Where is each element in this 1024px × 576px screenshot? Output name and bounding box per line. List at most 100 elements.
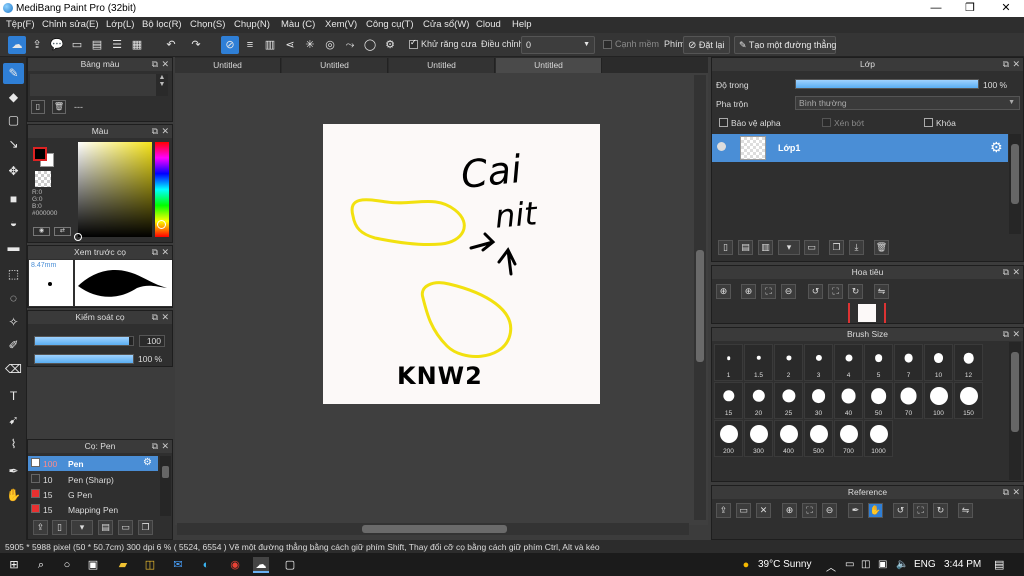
app-taskbar-icon[interactable]: ▢ <box>282 557 298 573</box>
reference-zoom-out-icon[interactable]: ⊖ <box>822 503 837 518</box>
soft-edge-checkbox[interactable] <box>603 40 612 49</box>
zoom-out-icon[interactable]: ⊖ <box>781 284 796 299</box>
reference-fit-icon[interactable]: ⛶ <box>802 503 817 518</box>
document-icon[interactable]: ▤ <box>88 36 106 54</box>
notifications-icon[interactable]: ▤ <box>994 558 1004 571</box>
brush-item-g-pen[interactable]: 15 G Pen <box>28 487 158 502</box>
eyedropper-tool-icon[interactable]: ⌇ <box>3 434 24 455</box>
gear-icon[interactable]: ⚙ <box>990 139 1003 156</box>
close-icon[interactable]: ✕ <box>1012 58 1020 71</box>
float-icon[interactable]: ⧉ <box>1003 486 1009 499</box>
close-icon[interactable]: ✕ <box>161 58 169 71</box>
float-icon[interactable]: ⧉ <box>1003 266 1009 279</box>
menu-snap[interactable]: Chụp(N) <box>234 19 270 30</box>
line-tool-icon[interactable]: ↘ <box>3 134 24 155</box>
file-explorer-icon[interactable]: ▰ <box>115 557 131 573</box>
fit-icon[interactable]: ⛶ <box>761 284 776 299</box>
reference-hand-icon[interactable]: ✋ <box>868 503 883 518</box>
tray-device-icon[interactable]: ▭ <box>845 559 854 570</box>
brush-size-12[interactable]: 12 <box>954 344 983 381</box>
reset-button[interactable]: ⊘ Đặt lại <box>683 36 730 54</box>
tray-display-icon[interactable]: ▣ <box>878 559 887 570</box>
volume-icon[interactable]: 🔈 <box>896 559 908 570</box>
close-icon[interactable]: ✕ <box>1012 266 1020 279</box>
brush-size-400[interactable]: 400 <box>774 420 803 457</box>
language-indicator[interactable]: ENG <box>914 559 936 570</box>
close-icon[interactable]: ✕ <box>161 311 169 324</box>
brush-size-4[interactable]: 4 <box>834 344 863 381</box>
menu-cloud[interactable]: Cloud <box>476 19 501 30</box>
brush-size-300[interactable]: 300 <box>744 420 773 457</box>
brush-size-7[interactable]: 7 <box>894 344 923 381</box>
text-tool-icon[interactable]: T <box>3 386 24 407</box>
transparent-swatch[interactable] <box>35 171 51 187</box>
rectangle-tool-icon[interactable]: ▢ <box>3 110 24 131</box>
rotate-right-icon[interactable]: ↻ <box>848 284 863 299</box>
float-icon[interactable]: ⧉ <box>1003 58 1009 71</box>
brush-size-100[interactable]: 100 <box>924 382 953 419</box>
snap-settings-icon[interactable]: ⚙ <box>381 36 399 54</box>
brush-item-mapping-pen[interactable]: 15 Mapping Pen <box>28 502 158 517</box>
flip-icon[interactable]: ⇋ <box>874 284 889 299</box>
reference-zoom-in-icon[interactable]: ⊕ <box>782 503 797 518</box>
new-layer-8bit-icon[interactable]: ▤ <box>738 240 753 255</box>
eye-icon[interactable] <box>717 142 726 151</box>
zoom-in-icon[interactable]: ⊕ <box>716 284 731 299</box>
brush-size-150[interactable]: 150 <box>954 382 983 419</box>
fill-rect-tool-icon[interactable]: ■ <box>3 189 24 210</box>
add-layer-menu-icon[interactable]: ▾ <box>778 240 800 255</box>
menu-view[interactable]: Xem(V) <box>325 19 357 30</box>
reference-folder-icon[interactable]: ▭ <box>736 503 751 518</box>
minimize-button[interactable]: — <box>918 0 954 17</box>
saturation-value-picker[interactable] <box>74 142 152 241</box>
windows-start-icon[interactable]: ⊞ <box>6 557 22 573</box>
brush-size-2[interactable]: 2 <box>774 344 803 381</box>
grid-icon[interactable]: ▦ <box>128 36 146 54</box>
add-brush-icon[interactable]: ⇪ <box>33 520 48 535</box>
brush-size-1[interactable]: 1 <box>714 344 743 381</box>
upload-icon[interactable]: ⇪ <box>28 36 46 54</box>
tab-untitled-1[interactable]: Untitled <box>175 58 281 73</box>
bucket-tool-icon[interactable]: ◒ <box>3 213 24 234</box>
float-icon[interactable]: ⧉ <box>152 440 158 453</box>
merge-down-icon[interactable]: ⤓ <box>849 240 864 255</box>
zoom-in-alt-icon[interactable]: ⊕ <box>741 284 756 299</box>
swap-colors-icon[interactable]: ⇄ <box>54 227 71 236</box>
trash-icon[interactable]: 🗑 <box>52 100 66 114</box>
brush-size-25[interactable]: 25 <box>774 382 803 419</box>
scroll-thumb[interactable] <box>1011 352 1019 432</box>
copy-brush-icon[interactable]: ▤ <box>98 520 113 535</box>
cloud-icon[interactable]: ☁ <box>8 36 26 54</box>
brush-menu-icon[interactable]: ▾ <box>71 520 93 535</box>
tray-network-icon[interactable]: ◫ <box>861 559 870 570</box>
palette-swatch-area[interactable] <box>30 74 156 96</box>
scroll-thumb[interactable] <box>696 250 704 362</box>
brush-size-10[interactable]: 10 <box>924 344 953 381</box>
navigator-viewport[interactable] <box>848 303 886 323</box>
brush-size-scrollbar[interactable] <box>1009 342 1021 480</box>
protect-alpha-checkbox[interactable] <box>719 118 728 127</box>
snap-perspective-icon[interactable]: ⋖ <box>281 36 299 54</box>
tray-up-icon[interactable]: ︿ <box>826 559 836 574</box>
brush-list-scrollbar[interactable] <box>160 456 171 516</box>
palette-scrollbar[interactable]: ▲ ▼ <box>156 74 168 96</box>
layer-scrollbar[interactable] <box>1009 134 1021 234</box>
close-icon[interactable]: ✕ <box>161 246 169 259</box>
close-icon[interactable]: ✕ <box>1012 328 1020 341</box>
close-icon[interactable]: ✕ <box>161 125 169 138</box>
brush-size-1-5[interactable]: 1.5 <box>744 344 773 381</box>
undo-icon[interactable]: ↶ <box>162 36 180 54</box>
menu-file[interactable]: Tệp(F) <box>6 19 35 30</box>
reference-eyedropper-icon[interactable]: ✒ <box>848 503 863 518</box>
blend-mode-dropdown[interactable]: Bình thường ▼ <box>795 96 1020 110</box>
tab-untitled-2[interactable]: Untitled <box>282 58 388 73</box>
brush-item-pen[interactable]: 100 Pen ⚙ <box>28 456 158 471</box>
menu-help[interactable]: Help <box>512 19 532 30</box>
layer-opacity-slider[interactable] <box>795 79 979 89</box>
weather-text[interactable]: 39°C Sunny <box>758 559 811 570</box>
folder-icon[interactable]: ▭ <box>118 520 133 535</box>
menu-tools[interactable]: Công cụ(T) <box>366 19 414 30</box>
reference-flip-icon[interactable]: ⇋ <box>958 503 973 518</box>
float-icon[interactable]: ⧉ <box>152 125 158 138</box>
store-icon[interactable]: ◫ <box>142 557 158 573</box>
